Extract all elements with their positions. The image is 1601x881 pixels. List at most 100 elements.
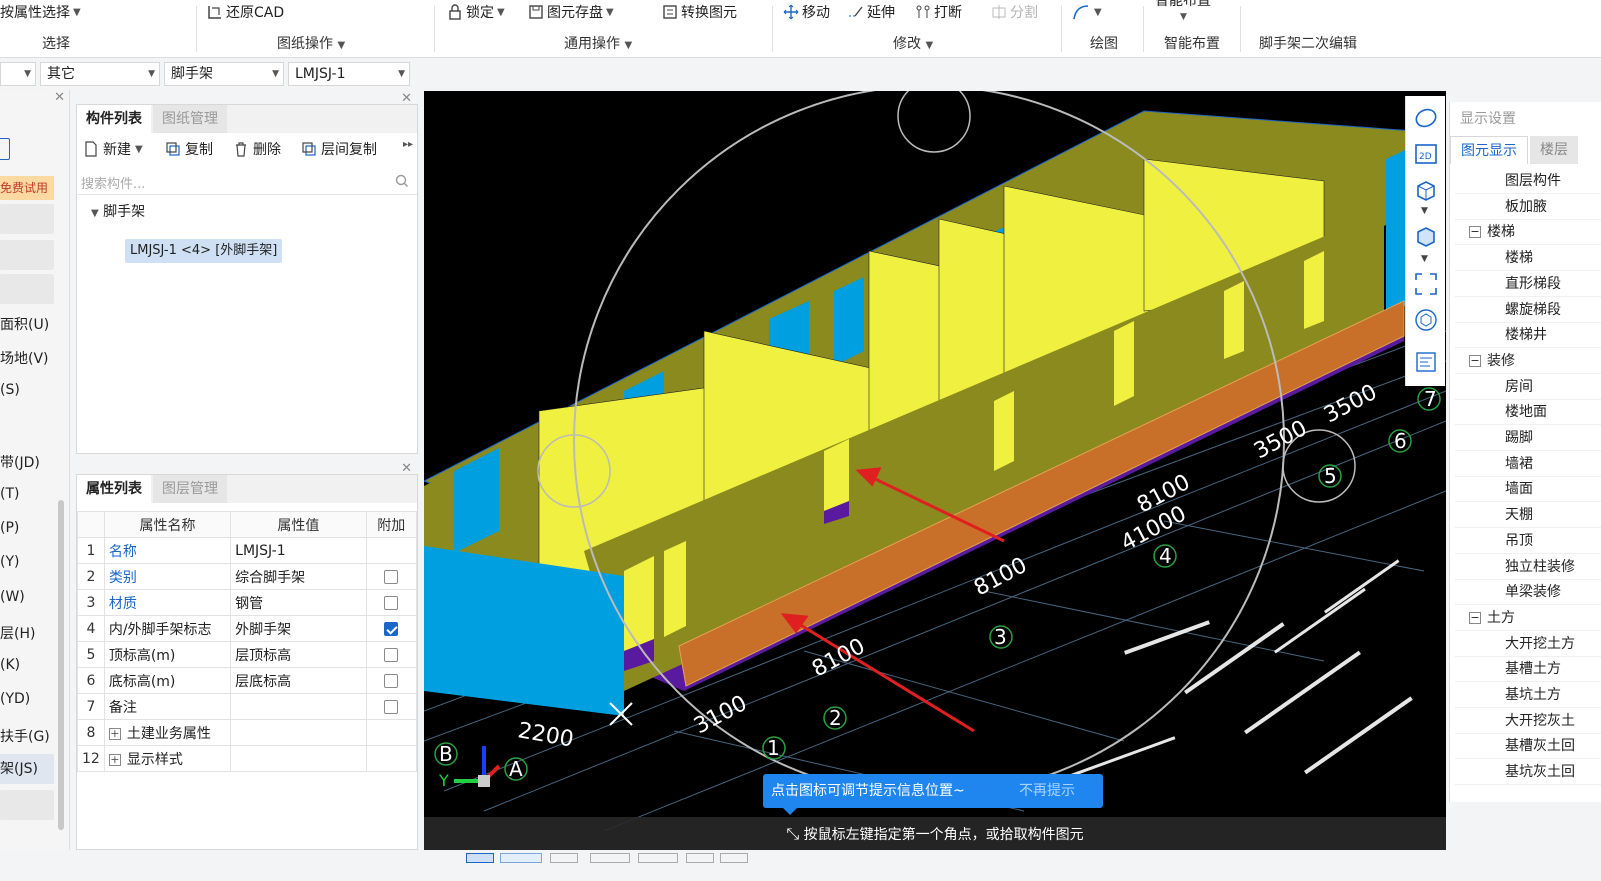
- display-item[interactable]: 吊顶: [1455, 528, 1601, 554]
- nav-item[interactable]: 扶手(G): [0, 726, 50, 746]
- tab-component-list[interactable]: 构件列表: [77, 105, 151, 133]
- model-canvas[interactable]: 3500 3500 8100 41000 8100 8100 3100 2200…: [424, 91, 1446, 850]
- display-item[interactable]: 基坑土方: [1455, 682, 1601, 708]
- restore-cad-button[interactable]: 还原CAD: [207, 2, 284, 22]
- 3d-viewport[interactable]: 3500 3500 8100 41000 8100 8100 3100 2200…: [424, 91, 1446, 850]
- tool-toggle[interactable]: [638, 853, 678, 863]
- view-settings-icon[interactable]: [1414, 350, 1438, 374]
- display-item[interactable]: 板加腋: [1455, 194, 1601, 220]
- tree-node-scaffold[interactable]: ▼ 脚手架: [91, 201, 145, 221]
- nav-item[interactable]: (P): [0, 520, 19, 536]
- chevron-down-icon[interactable]: ▼: [1180, 12, 1187, 22]
- extra-checkbox[interactable]: [384, 673, 399, 688]
- nav-item[interactable]: (K): [0, 657, 20, 673]
- select-by-property-button[interactable]: 按属性选择 ▼: [0, 2, 81, 22]
- view-2d-icon[interactable]: 2D: [1414, 142, 1438, 166]
- display-group[interactable]: − 装修: [1455, 348, 1601, 374]
- nav-item[interactable]: (W): [0, 589, 25, 605]
- property-value[interactable]: [230, 693, 367, 720]
- tool-toggle[interactable]: [720, 853, 748, 863]
- draw-arc-button[interactable]: ▼: [1071, 2, 1102, 22]
- display-item[interactable]: 基槽土方: [1455, 656, 1601, 683]
- close-icon[interactable]: ✕: [401, 91, 412, 106]
- display-group[interactable]: − 楼梯: [1455, 219, 1601, 246]
- fullscreen-icon[interactable]: [1414, 272, 1438, 296]
- table-row[interactable]: 12 + 显示样式: [77, 745, 418, 772]
- tool-toggle[interactable]: [590, 853, 630, 863]
- display-item[interactable]: 单梁装修: [1455, 579, 1601, 606]
- display-item[interactable]: 螺旋梯段: [1455, 297, 1601, 323]
- snap-toggle[interactable]: [466, 853, 494, 863]
- nav-item[interactable]: [0, 274, 54, 304]
- display-item[interactable]: 踢脚: [1455, 425, 1601, 451]
- display-item[interactable]: 楼梯井: [1455, 322, 1601, 349]
- expand-icon[interactable]: +: [108, 727, 121, 740]
- cube-solid-icon[interactable]: [1414, 224, 1438, 248]
- dont-show-again-link[interactable]: 不再提示: [1019, 774, 1075, 808]
- view-3d-icon[interactable]: [1414, 178, 1438, 202]
- floor-combo[interactable]: ▼: [0, 62, 36, 86]
- close-icon[interactable]: ✕: [401, 461, 412, 476]
- tab-property-list[interactable]: 属性列表: [77, 475, 151, 503]
- orbit-icon[interactable]: [1414, 106, 1438, 130]
- component-combo[interactable]: LMJSJ-1 ▼: [288, 62, 410, 86]
- collapse-icon[interactable]: −: [1469, 354, 1481, 367]
- display-item[interactable]: 大开挖土方: [1455, 631, 1601, 657]
- lock-button[interactable]: 锁定 ▼: [447, 2, 505, 22]
- nav-item[interactable]: [0, 204, 54, 234]
- nav-item[interactable]: (YD): [0, 691, 30, 707]
- tab-layer-mgmt[interactable]: 图层管理: [153, 475, 227, 503]
- display-item[interactable]: 大开挖灰土: [1455, 708, 1601, 734]
- display-group[interactable]: − 土方: [1455, 605, 1601, 631]
- table-row[interactable]: 7 备注: [77, 693, 418, 720]
- expand-icon[interactable]: +: [108, 753, 121, 766]
- split-button[interactable]: 分割: [991, 2, 1038, 22]
- move-button[interactable]: 移动: [783, 2, 830, 22]
- nav-item[interactable]: (S): [0, 382, 20, 398]
- property-value[interactable]: 层底标高: [230, 667, 367, 694]
- drawing-ops-label[interactable]: 图纸操作 ▼: [277, 33, 345, 53]
- property-value[interactable]: 外脚手架: [230, 615, 367, 642]
- nav-item-scaffold[interactable]: 架(JS): [0, 754, 54, 784]
- table-row[interactable]: 8 + 土建业务属性: [77, 719, 418, 746]
- scrollbar[interactable]: [58, 500, 64, 830]
- property-value[interactable]: [230, 719, 367, 746]
- display-item[interactable]: 房间: [1455, 374, 1601, 400]
- smart-layout-button[interactable]: 智能布置: [1155, 0, 1211, 10]
- property-value[interactable]: [230, 745, 367, 772]
- nav-item[interactable]: [0, 790, 54, 820]
- display-item[interactable]: 基坑灰土回: [1455, 759, 1601, 786]
- extra-checkbox[interactable]: [384, 699, 399, 714]
- collapse-icon[interactable]: −: [1469, 226, 1481, 239]
- floor-copy-button[interactable]: 层间复制: [301, 139, 377, 159]
- extra-checkbox[interactable]: [384, 647, 399, 662]
- display-item[interactable]: 天棚: [1455, 502, 1601, 529]
- extra-checkbox[interactable]: [384, 595, 399, 610]
- type-combo[interactable]: 脚手架 ▼: [164, 62, 284, 86]
- component-search-input[interactable]: 搜索构件...: [77, 167, 417, 195]
- tab-element-display[interactable]: 图元显示: [1450, 136, 1528, 164]
- break-button[interactable]: 打断: [915, 2, 962, 22]
- display-item[interactable]: 楼梯: [1455, 245, 1601, 272]
- table-row[interactable]: 6 底标高(m) 层底标高: [77, 667, 418, 694]
- copy-button[interactable]: 复制: [165, 139, 213, 159]
- new-button[interactable]: 新建 ▼: [83, 139, 143, 159]
- view-cube-icon[interactable]: [1414, 308, 1438, 332]
- table-row[interactable]: 5 顶标高(m) 层顶标高: [77, 641, 418, 668]
- property-value[interactable]: 综合脚手架: [230, 563, 367, 590]
- display-item[interactable]: 图层构件: [1455, 168, 1601, 194]
- category-combo[interactable]: 其它 ▼: [40, 62, 160, 86]
- nav-item[interactable]: [0, 240, 54, 270]
- display-item[interactable]: 独立柱装修: [1455, 554, 1601, 580]
- table-row[interactable]: 2 类别 综合脚手架: [77, 563, 418, 590]
- tab-floor-display[interactable]: 楼层: [1530, 136, 1578, 164]
- nav-item[interactable]: 面积(U): [0, 314, 49, 334]
- table-row[interactable]: 4 内/外脚手架标志 外脚手架: [77, 615, 418, 642]
- tool-toggle[interactable]: [550, 853, 578, 863]
- display-item[interactable]: 直形梯段: [1455, 271, 1601, 297]
- delete-button[interactable]: 删除: [233, 139, 281, 159]
- table-row[interactable]: 3 材质 钢管: [77, 589, 418, 616]
- chevron-down-icon[interactable]: ▼: [1421, 254, 1428, 264]
- chevron-down-icon[interactable]: ▼: [1421, 206, 1428, 216]
- tab-drawing-mgmt[interactable]: 图纸管理: [153, 105, 227, 133]
